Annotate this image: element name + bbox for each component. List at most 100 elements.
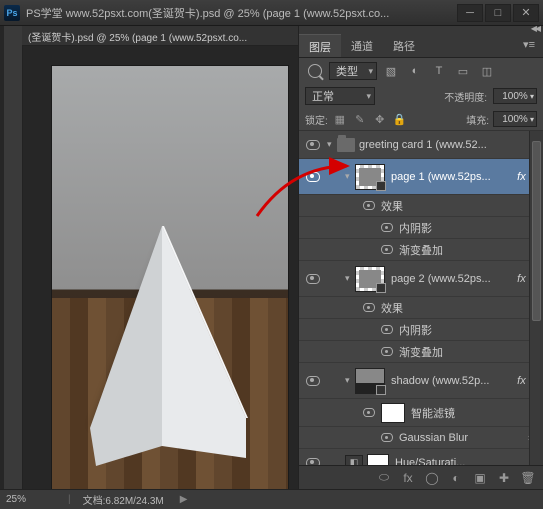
document-size[interactable]: 文档:6.82M/24.3M [83,492,164,507]
visibility-eye-icon[interactable] [381,223,393,232]
tab-paths[interactable]: 路径 [383,34,425,57]
layer-label: shadow (www.52p... [391,375,515,387]
layer-thumbnail[interactable] [355,164,385,190]
fx-row-effects[interactable]: 效果 [299,195,543,217]
filter-mask-thumbnail[interactable] [381,403,405,423]
layer-list: ▾ greeting card 1 (www.52... ▾ page 1 (w… [299,131,543,465]
disclosure-arrow-icon[interactable]: ▾ [345,375,355,386]
filter-shape-icon[interactable]: ▭ [453,62,473,80]
visibility-eye-icon[interactable] [306,274,320,284]
lock-all-icon[interactable]: 🔒 [392,111,408,127]
disclosure-arrow-icon[interactable]: ▾ [345,273,355,284]
zoom-level[interactable]: 25% [6,494,56,505]
layer-scrollbar[interactable] [529,131,543,465]
disclosure-arrow-icon[interactable]: ▾ [345,171,355,182]
layer-group-row[interactable]: ▾ greeting card 1 (www.52... [299,131,543,159]
visibility-eye-icon[interactable] [363,201,375,210]
visibility-eye-icon[interactable] [363,303,375,312]
layer-mask-icon[interactable]: ◯ [421,469,443,487]
new-group-icon[interactable]: ▣ [469,469,491,487]
smart-object-badge-icon [376,385,386,395]
visibility-eye-icon[interactable] [363,408,375,417]
layer-row-page2[interactable]: ▾ page 2 (www.52ps... fx ˄ [299,261,543,297]
visibility-eye-icon[interactable] [381,245,393,254]
scrollbar-thumb[interactable] [532,141,541,321]
window-controls: ─ □ ✕ [457,4,539,22]
fx-row-inner-shadow[interactable]: 内阴影 [299,319,543,341]
delete-layer-icon[interactable]: 🗑 [517,469,539,487]
fill-input[interactable]: 100% [493,111,537,127]
maximize-button[interactable]: □ [485,4,511,22]
fx-row-inner-shadow[interactable]: 内阴影 [299,217,543,239]
visibility-eye-icon[interactable] [381,325,393,334]
smart-object-badge-icon [376,283,386,293]
layer-row-shadow[interactable]: ▾ shadow (www.52p... fx ˄ [299,363,543,399]
fx-row-effects[interactable]: 效果 [299,297,543,319]
disclosure-arrow-icon[interactable]: ▾ [327,139,337,150]
fx-row-gradient-overlay[interactable]: 渐变叠加 [299,341,543,363]
filter-smart-icon[interactable]: ◫ [477,62,497,80]
photoshop-app-icon: Ps [4,5,20,21]
document-canvas[interactable] [52,66,288,489]
layer-mask-thumbnail[interactable] [367,454,389,466]
effect-label: 内阴影 [399,220,432,236]
panel-menu-icon[interactable]: ▾≡ [515,34,543,57]
fx-row-gradient-overlay[interactable]: 渐变叠加 [299,239,543,261]
effects-label: 效果 [381,198,403,214]
panel-collapse-bar[interactable] [299,26,543,34]
canvas-area: (圣诞贺卡).psd @ 25% (page 1 (www.52psxt.co.… [0,26,298,489]
layer-thumbnail[interactable] [355,266,385,292]
filter-label: Gaussian Blur [399,432,468,444]
lock-pixels-icon[interactable]: ✎ [352,111,368,127]
visibility-eye-icon[interactable] [381,347,393,356]
window-titlebar: Ps PS学堂 www.52psxt.com(圣诞贺卡).psd @ 25% (… [0,0,543,26]
filter-adjust-icon[interactable]: ◐ [405,62,425,80]
greeting-card-mockup [52,66,288,489]
filter-kind-select[interactable]: 类型 [329,62,377,80]
new-layer-icon[interactable]: ✚ [493,469,515,487]
lock-row: 锁定: ▦ ✎ ✥ 🔒 填充: 100% [299,108,543,131]
tab-layers[interactable]: 图层 [299,34,341,57]
layer-label: page 1 (www.52ps... [391,171,515,183]
status-separator: | [68,494,71,505]
visibility-eye-icon[interactable] [381,433,393,442]
filter-pixel-icon[interactable]: ▧ [381,62,401,80]
link-layers-icon[interactable]: ⬭ [373,469,395,487]
layer-row-page1[interactable]: ▾ page 1 (www.52ps... fx ˄ [299,159,543,195]
lock-position-icon[interactable]: ✥ [372,111,388,127]
status-menu-arrow-icon[interactable]: ▶ [180,494,188,505]
filter-type-icon[interactable]: T [429,62,449,80]
document-tab[interactable]: (圣诞贺卡).psd @ 25% (page 1 (www.52psxt.co.… [22,26,298,46]
window-title: PS学堂 www.52psxt.com(圣诞贺卡).psd @ 25% (pag… [26,5,457,21]
minimize-button[interactable]: ─ [457,4,483,22]
visibility-eye-icon[interactable] [306,458,320,466]
blend-row: 正常 不透明度: 100% [299,84,543,108]
work-area: (圣诞贺卡).psd @ 25% (page 1 (www.52psxt.co.… [0,26,543,489]
visibility-eye-icon[interactable] [306,140,320,150]
fx-badge[interactable]: fx [517,375,526,387]
fx-badge[interactable]: fx [517,171,526,183]
effect-label: 内阴影 [399,322,432,338]
blend-mode-select[interactable]: 正常 [305,87,375,105]
lock-transparency-icon[interactable]: ▦ [332,111,348,127]
layers-panel: 图层 通道 路径 ▾≡ 类型 ▧ ◐ T ▭ ◫ 正常 不透明度: 100% 锁… [298,26,543,489]
lock-label: 锁定: [305,112,328,127]
visibility-eye-icon[interactable] [306,172,320,182]
layer-row-huesat[interactable]: ◧ Hue/Saturati... [299,449,543,465]
adjustment-icon[interactable]: ◧ [345,455,363,466]
adjustment-layer-icon[interactable]: ◐ [445,469,467,487]
filter-row-gaussian[interactable]: Gaussian Blur ⚌ [299,427,543,449]
status-bar: 25% | 文档:6.82M/24.3M ▶ [0,489,543,509]
opacity-input[interactable]: 100% [493,88,537,104]
filter-kind-icon[interactable] [305,62,325,80]
fx-badge[interactable]: fx [517,273,526,285]
layer-style-icon[interactable]: fx [397,469,419,487]
close-button[interactable]: ✕ [513,4,539,22]
smart-object-badge-icon [376,181,386,191]
smart-filters-row[interactable]: 智能滤镜 [299,399,543,427]
layer-thumbnail[interactable] [355,368,385,394]
layer-label: greeting card 1 (www.52... [359,139,539,151]
tab-channels[interactable]: 通道 [341,34,383,57]
visibility-eye-icon[interactable] [306,376,320,386]
layer-label: page 2 (www.52ps... [391,273,515,285]
